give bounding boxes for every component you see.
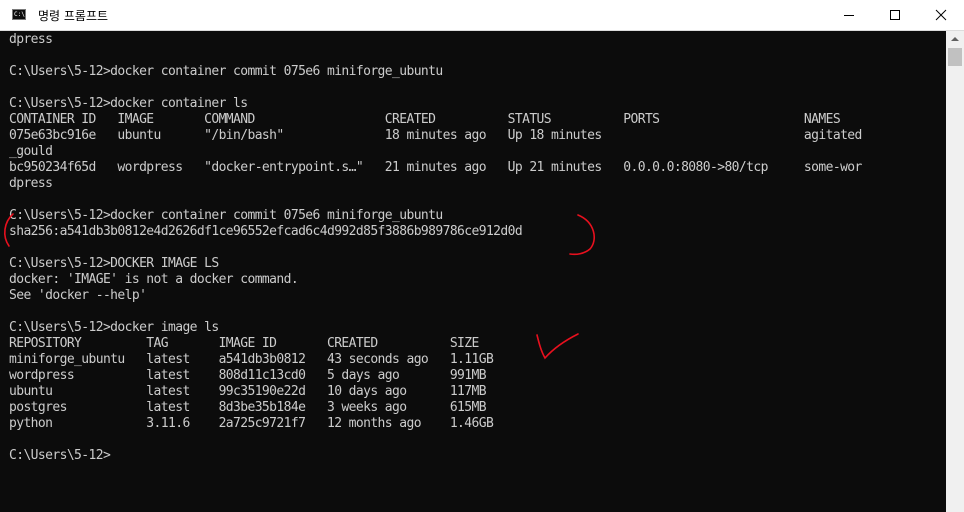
terminal-line: C:\Users\5-12>docker image ls — [9, 320, 219, 335]
terminal-line: miniforge_ubuntu latest a541db3b0812 43 … — [9, 352, 494, 367]
maximize-button[interactable] — [872, 0, 918, 30]
close-icon — [935, 9, 947, 21]
terminal-line: C:\Users\5-12>docker container commit 07… — [9, 64, 443, 79]
title-bar[interactable]: C:\ 명령 프롬프트 — [0, 0, 964, 31]
scroll-thumb[interactable] — [948, 48, 962, 66]
window-title: 명령 프롬프트 — [38, 9, 109, 23]
terminal-line: python 3.11.6 2a725c9721f7 12 months ago… — [9, 416, 494, 431]
close-button[interactable] — [918, 0, 964, 30]
terminal-line: sha256:a541db3b0812e4d2626df1ce96552efca… — [9, 224, 523, 239]
terminal-line: bc950234f65d wordpress "docker-entrypoin… — [9, 160, 862, 175]
scroll-up-arrow-icon — [951, 37, 959, 41]
terminal-line: postgres latest 8d3be35b184e 3 weeks ago… — [9, 400, 487, 415]
minimize-icon — [844, 15, 854, 16]
terminal-line: 075e63bc916e ubuntu "/bin/bash" 18 minut… — [9, 128, 862, 143]
terminal-line: C:\Users\5-12> — [9, 448, 111, 463]
minimize-button[interactable] — [826, 0, 872, 30]
terminal-line: C:\Users\5-12>DOCKER IMAGE LS — [9, 256, 219, 271]
terminal-line: _gould — [9, 144, 53, 159]
vertical-scrollbar[interactable] — [946, 31, 964, 512]
icon-text: C:\ — [14, 11, 25, 18]
terminal-line: CONTAINER ID IMAGE COMMAND CREATED STATU… — [9, 112, 841, 127]
terminal-line: dpress — [9, 176, 53, 191]
terminal-line: REPOSITORY TAG IMAGE ID CREATED SIZE — [9, 336, 479, 351]
terminal-line: ubuntu latest 99c35190e22d 10 days ago 1… — [9, 384, 487, 399]
terminal-line: See 'docker --help' — [9, 288, 147, 303]
terminal-line: C:\Users\5-12>docker container commit 07… — [9, 208, 443, 223]
terminal-line: dpress — [9, 32, 53, 47]
command-prompt-icon[interactable]: C:\ — [12, 9, 26, 20]
terminal-line: C:\Users\5-12>docker container ls — [9, 96, 248, 111]
terminal-line: wordpress latest 808d11c13cd0 5 days ago… — [9, 368, 487, 383]
terminal-line: docker: 'IMAGE' is not a docker command. — [9, 272, 299, 287]
scroll-up-button[interactable] — [946, 31, 964, 48]
terminal-output[interactable]: dpress C:\Users\5-12>docker container co… — [0, 31, 946, 512]
maximize-icon — [890, 10, 900, 20]
